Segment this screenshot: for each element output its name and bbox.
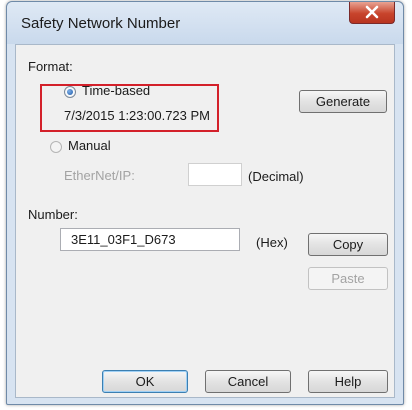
help-button[interactable]: Help <box>308 370 388 393</box>
title-bar[interactable]: Safety Network Number <box>7 2 403 44</box>
decimal-label: (Decimal) <box>248 169 304 184</box>
close-icon <box>365 5 379 19</box>
ethernet-ip-label: EtherNet/IP: <box>64 168 135 183</box>
manual-label[interactable]: Manual <box>68 138 111 153</box>
format-label: Format: <box>28 59 73 74</box>
number-field[interactable]: 3E11_03F1_D673 <box>60 228 240 251</box>
number-label: Number: <box>28 207 78 222</box>
window-title: Safety Network Number <box>21 15 181 32</box>
close-button[interactable] <box>349 2 395 24</box>
generate-button[interactable]: Generate <box>299 90 387 113</box>
dialog-window: Safety Network Number Format: Time-based… <box>6 1 404 405</box>
paste-button[interactable]: Paste <box>308 267 388 290</box>
hex-label: (Hex) <box>256 235 288 250</box>
cancel-button[interactable]: Cancel <box>205 370 291 393</box>
manual-radio[interactable] <box>50 141 62 153</box>
ok-button[interactable]: OK <box>102 370 188 393</box>
copy-button[interactable]: Copy <box>308 233 388 256</box>
ethernet-ip-field[interactable] <box>188 163 242 186</box>
highlight-annotation <box>40 84 219 132</box>
